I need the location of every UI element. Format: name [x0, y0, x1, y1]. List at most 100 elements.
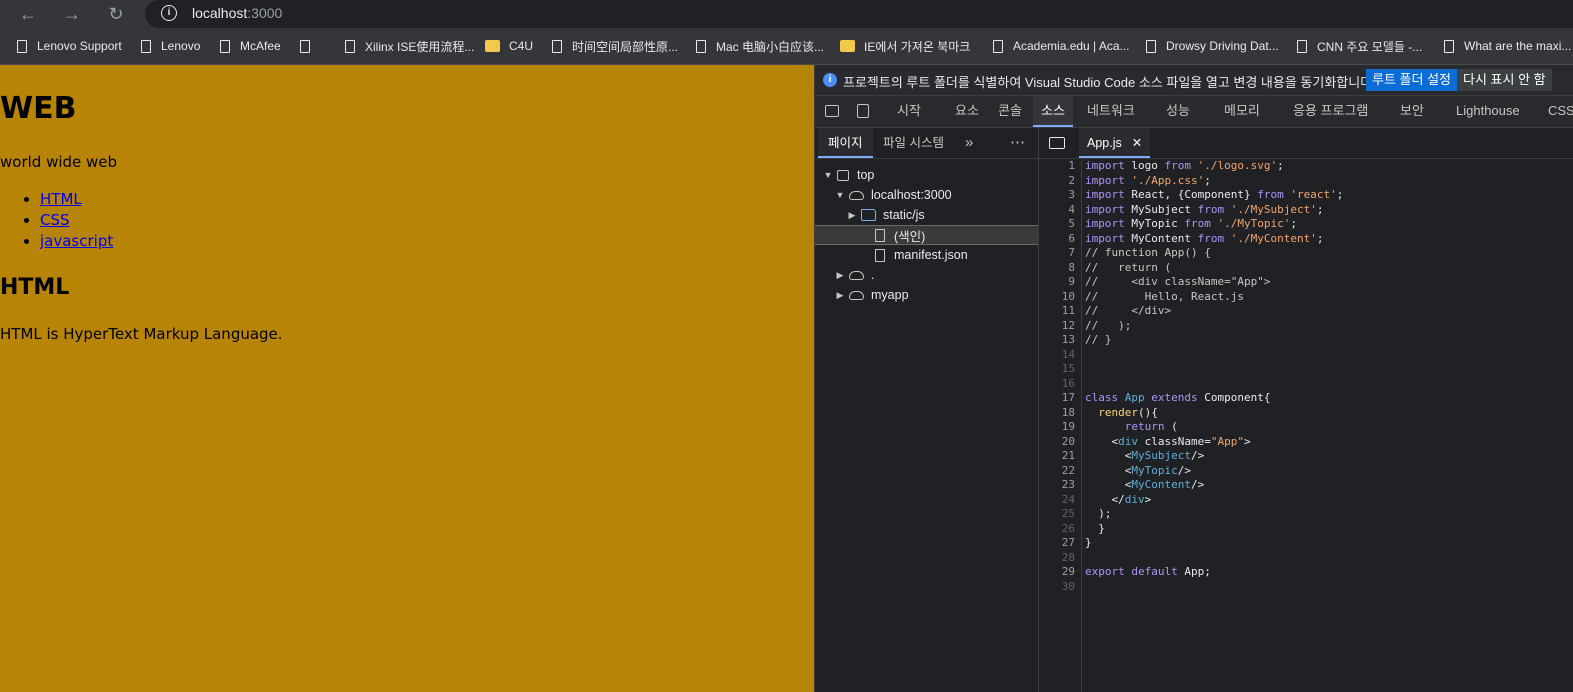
dont-show-again-button[interactable]: 다시 표시 안 함 — [1457, 69, 1552, 91]
code-line: import React, {Component} from 'react'; — [1085, 188, 1344, 201]
line-number: 7 — [1068, 246, 1075, 259]
page-viewport: WEB world wide web HTML CSS javascript H… — [0, 65, 814, 692]
collapse-arrow-icon[interactable]: ▶ — [835, 290, 845, 301]
page-icon — [696, 39, 706, 53]
collapse-arrow-icon[interactable]: ▶ — [835, 270, 845, 281]
editor-tab-appjs[interactable]: App.js ✕ — [1079, 128, 1151, 158]
cloud-icon — [849, 190, 864, 200]
code-line: import logo from './logo.svg'; — [1085, 159, 1284, 172]
tree-item-localhost[interactable]: ▼ localhost:3000 — [815, 185, 1038, 205]
bookmark-item[interactable]: 时间空间局部性原... — [552, 36, 678, 56]
site-info-icon[interactable]: i — [161, 5, 177, 21]
tab-welcome[interactable]: 시작 — [897, 96, 921, 127]
tab-application[interactable]: 응용 프로그램 — [1293, 96, 1368, 127]
tab-network[interactable]: 네트워크 — [1087, 96, 1135, 127]
bookmark-folder[interactable]: IE에서 가져온 북마크 — [840, 36, 970, 56]
file-icon — [875, 228, 885, 242]
tab-page[interactable]: 페이지 — [818, 128, 873, 158]
bookmark-item[interactable]: Academia.edu | Aca... — [993, 36, 1130, 56]
line-number: 21 — [1061, 449, 1075, 462]
bookmark-item[interactable]: Lenovo Support — [17, 36, 122, 56]
page-icon — [993, 39, 1003, 53]
code-line: // </div> — [1085, 304, 1172, 317]
frame-icon — [837, 169, 849, 181]
tab-security[interactable]: 보안 — [1400, 96, 1424, 127]
page-icon — [552, 39, 562, 53]
device-toolbar-icon[interactable] — [857, 104, 869, 118]
tab-console[interactable]: 콘솔 — [998, 96, 1022, 127]
line-number: 30 — [1061, 579, 1075, 593]
line-number: 13 — [1061, 333, 1075, 346]
line-number: 24 — [1061, 492, 1075, 506]
tab-memory[interactable]: 메모리 — [1224, 96, 1260, 127]
line-number: 19 — [1061, 420, 1075, 433]
tab-filesystem[interactable]: 파일 시스템 — [883, 128, 944, 158]
bookmark-item[interactable]: What are the maxi... — [1444, 36, 1571, 56]
code-line: ); — [1085, 507, 1112, 520]
folder-icon — [840, 40, 855, 52]
tree-item-index[interactable]: (색인) — [815, 225, 1038, 245]
line-number: 10 — [1061, 289, 1075, 303]
bookmark-item[interactable]: CNN 주요 모델들 -... — [1297, 36, 1422, 56]
bookmark-item[interactable]: Mac 电脑小白应该... — [696, 36, 824, 56]
page-title: WEB — [0, 91, 77, 126]
code-line: import MyContent from './MyContent'; — [1085, 231, 1324, 245]
tree-item-myapp[interactable]: ▶ myapp — [815, 285, 1038, 305]
link-javascript[interactable]: javascript — [40, 232, 113, 250]
line-gutter: 1 2 3 4 5 6 7 8 9 10 11 12 13 14 15 16 17 18 19 20 21 22 23 24 2… — [1039, 158, 1082, 692]
line-number: 12 — [1061, 318, 1075, 332]
forward-arrow-icon[interactable]: → — [60, 2, 84, 26]
bookmark-item[interactable]: Xilinx ISE使用流程... — [345, 36, 474, 56]
more-tabs-icon[interactable]: » — [965, 128, 973, 158]
code-area[interactable]: 1 2 3 4 5 6 7 8 9 10 11 12 13 14 15 16 17 18 19 20 21 22 23 24 2… — [1039, 158, 1573, 692]
code-line: class App extends Component{ — [1085, 391, 1271, 404]
line-number: 9 — [1068, 275, 1075, 288]
set-root-folder-button[interactable]: 루트 폴더 설정 — [1366, 69, 1457, 91]
infobar-message: 프로젝트의 루트 폴더를 식별하여 Visual Studio Code 소스 … — [843, 75, 1376, 90]
close-icon[interactable]: ✕ — [1132, 136, 1142, 150]
expand-arrow-icon[interactable]: ▼ — [835, 190, 845, 200]
collapse-arrow-icon[interactable]: ▶ — [847, 210, 857, 221]
more-options-icon[interactable]: ⋯ — [1010, 128, 1025, 158]
tab-sources[interactable]: 소스 — [1033, 96, 1073, 127]
sources-navigator: 페이지 파일 시스템 » ⋯ ▼ top ▼ localhost:3000 ▶ sta… — [815, 128, 1039, 692]
tree-item-static-js[interactable]: ▶ static/js — [815, 205, 1038, 225]
page-icon — [141, 39, 151, 53]
tree-item-dot[interactable]: ▶. — [815, 265, 1038, 285]
line-number: 27 — [1061, 536, 1075, 549]
page-icon — [1146, 39, 1156, 53]
line-number: 25 — [1061, 507, 1075, 520]
toggle-navigator-icon[interactable] — [1049, 137, 1065, 149]
page-icon — [345, 39, 355, 53]
expand-arrow-icon[interactable]: ▼ — [823, 170, 833, 180]
link-html[interactable]: HTML — [40, 190, 82, 208]
bookmark-folder[interactable]: C4U — [485, 36, 533, 56]
page-icon — [1444, 39, 1454, 53]
tab-elements[interactable]: 요소 — [955, 96, 979, 127]
line-number: 2 — [1068, 173, 1075, 187]
nav-list: HTML CSS javascript — [0, 189, 113, 252]
code-line: // } — [1085, 333, 1112, 346]
cloud-icon — [849, 270, 864, 280]
line-number: 5 — [1068, 217, 1075, 230]
browser-toolbar: ← → ↻ i localhost:3000 — [0, 0, 1573, 28]
bookmark-item[interactable]: Drowsy Driving Dat... — [1146, 36, 1279, 56]
tree-item-manifest[interactable]: manifest.json — [815, 245, 1038, 265]
link-css[interactable]: CSS — [40, 211, 70, 229]
tab-css[interactable]: CSS — [1548, 96, 1573, 127]
inspect-icon[interactable] — [825, 105, 839, 117]
line-number: 29 — [1061, 565, 1075, 578]
devtools-panel: i 프로젝트의 루트 폴더를 식별하여 Visual Studio Code 소… — [814, 65, 1573, 692]
tab-lighthouse[interactable]: Lighthouse — [1456, 96, 1520, 127]
back-arrow-icon[interactable]: ← — [16, 2, 40, 26]
url-text[interactable]: localhost:3000 — [192, 5, 282, 21]
bookmark-item[interactable] — [300, 36, 320, 56]
line-number: 23 — [1061, 478, 1075, 491]
reload-icon[interactable]: ↻ — [104, 2, 128, 26]
tree-item-top[interactable]: ▼ top — [815, 165, 1038, 185]
bookmark-item[interactable]: Lenovo — [141, 36, 200, 56]
tab-performance[interactable]: 성능 — [1166, 96, 1190, 127]
address-bar[interactable]: i localhost:3000 — [145, 0, 1573, 28]
bookmark-item[interactable]: McAfee — [220, 36, 281, 56]
line-number: 14 — [1061, 347, 1075, 361]
